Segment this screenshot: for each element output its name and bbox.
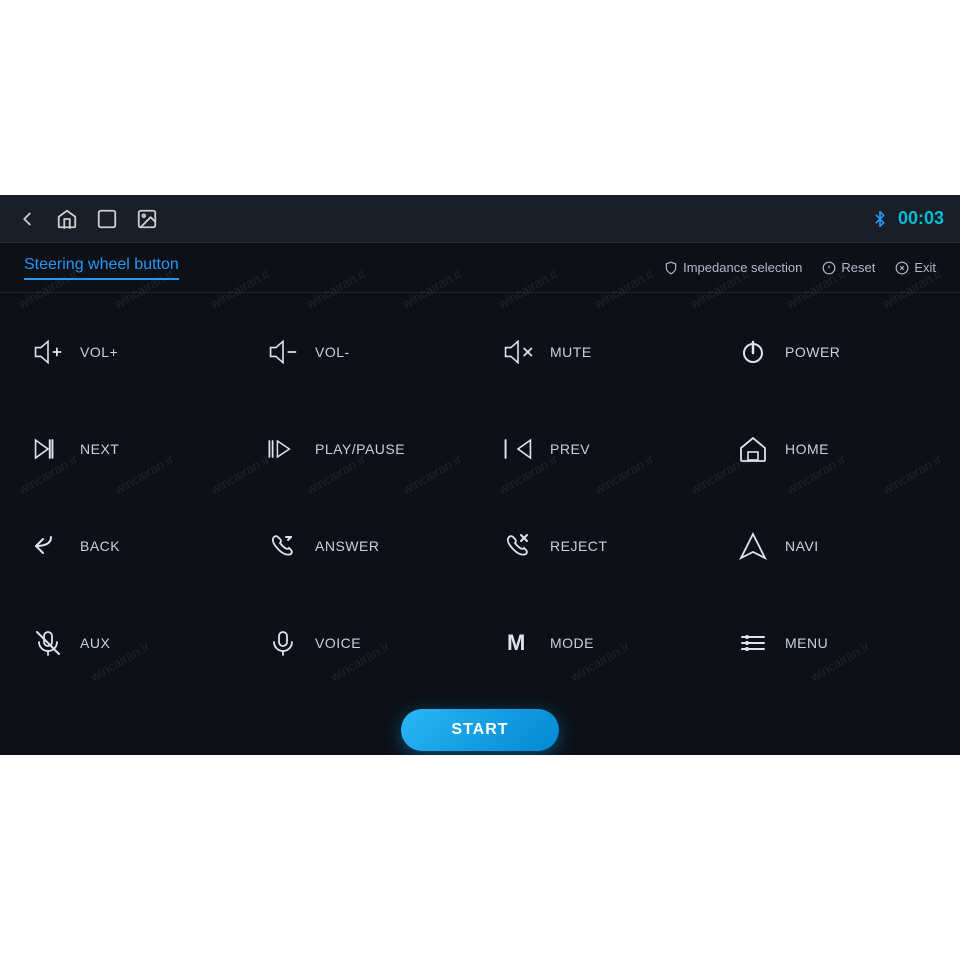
prev-label: PREV <box>550 441 590 457</box>
mute-control[interactable]: MUTE <box>480 303 715 400</box>
svg-text:M: M <box>507 630 525 655</box>
power-label: POWER <box>785 344 840 360</box>
reset-label: Reset <box>841 260 875 275</box>
reject-label: REJECT <box>550 538 607 554</box>
vol-plus-icon <box>30 338 66 366</box>
mute-icon <box>500 338 536 366</box>
vol-minus-icon <box>265 338 301 366</box>
home-ctrl-label: HOME <box>785 441 829 457</box>
aux-label: AUX <box>80 635 110 651</box>
play-pause-icon <box>265 435 301 463</box>
start-button[interactable]: START <box>401 709 558 751</box>
header-row: Steering wheel button Impedance selectio… <box>0 243 960 293</box>
next-icon <box>30 435 66 463</box>
answer-control[interactable]: ANSWER <box>245 497 480 594</box>
reset-action[interactable]: Reset <box>822 260 875 275</box>
top-bar-right: 00:03 <box>872 208 944 229</box>
header-actions: Impedance selection Reset Exit <box>664 260 936 275</box>
navi-control[interactable]: NAVI <box>715 497 950 594</box>
controls-grid: VOL+ VOL- <box>0 293 960 701</box>
reject-control[interactable]: REJECT <box>480 497 715 594</box>
impedance-selection-action[interactable]: Impedance selection <box>664 260 802 275</box>
bottom-white-space <box>0 755 960 960</box>
app-container: wincairan.irwincairan.irwincairan.ir win… <box>0 195 960 755</box>
answer-icon <box>265 531 301 561</box>
time-display: 00:03 <box>898 208 944 229</box>
mode-control[interactable]: M MODE <box>480 594 715 691</box>
menu-control[interactable]: MENU <box>715 594 950 691</box>
top-bar-left <box>16 208 158 230</box>
mode-label: MODE <box>550 635 594 651</box>
home-control[interactable]: HOME <box>715 400 950 497</box>
exit-action[interactable]: Exit <box>895 260 936 275</box>
exit-label: Exit <box>914 260 936 275</box>
back-ctrl-icon <box>30 531 66 561</box>
reject-icon <box>500 531 536 561</box>
aux-control[interactable]: AUX <box>10 594 245 691</box>
top-white-space <box>0 0 960 195</box>
aux-icon <box>30 628 66 658</box>
vol-plus-label: VOL+ <box>80 344 118 360</box>
back-arrow-icon[interactable] <box>16 208 38 230</box>
play-pause-label: PLAY/PAUSE <box>315 441 405 457</box>
home-ctrl-icon <box>735 434 771 464</box>
power-icon <box>735 337 771 367</box>
voice-icon <box>265 628 301 658</box>
window-icon[interactable] <box>96 208 118 230</box>
bluetooth-icon <box>872 209 888 229</box>
prev-icon <box>500 435 536 463</box>
next-control[interactable]: NEXT <box>10 400 245 497</box>
power-control[interactable]: POWER <box>715 303 950 400</box>
navi-label: NAVI <box>785 538 819 554</box>
next-label: NEXT <box>80 441 119 457</box>
menu-icon <box>735 628 771 658</box>
prev-control[interactable]: PREV <box>480 400 715 497</box>
voice-control[interactable]: VOICE <box>245 594 480 691</box>
voice-label: VOICE <box>315 635 361 651</box>
vol-minus-control[interactable]: VOL- <box>245 303 480 400</box>
navi-icon <box>735 531 771 561</box>
main-content: Steering wheel button Impedance selectio… <box>0 243 960 755</box>
image-icon[interactable] <box>136 208 158 230</box>
back-control[interactable]: BACK <box>10 497 245 594</box>
vol-plus-control[interactable]: VOL+ <box>10 303 245 400</box>
play-pause-control[interactable]: PLAY/PAUSE <box>245 400 480 497</box>
vol-minus-label: VOL- <box>315 344 350 360</box>
impedance-label: Impedance selection <box>683 260 802 275</box>
home-nav-icon[interactable] <box>56 208 78 230</box>
mode-icon: M <box>500 628 536 658</box>
top-nav-bar: 00:03 <box>0 195 960 243</box>
back-ctrl-label: BACK <box>80 538 120 554</box>
mute-label: MUTE <box>550 344 592 360</box>
start-button-row: START <box>0 701 960 755</box>
page-title: Steering wheel button <box>24 256 179 280</box>
answer-label: ANSWER <box>315 538 379 554</box>
menu-label: MENU <box>785 635 828 651</box>
